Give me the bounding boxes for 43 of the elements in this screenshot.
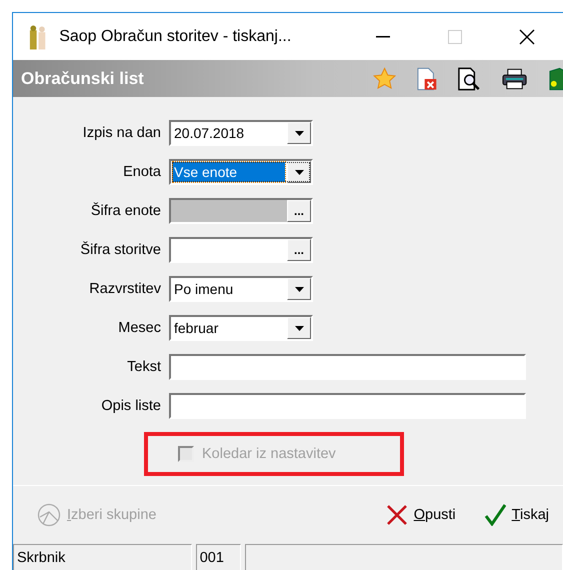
dropdown-arrow-icon [294,326,304,330]
app-icon [28,24,48,50]
field-label: Izpis na dan [82,125,162,141]
print-preview-icon[interactable] [457,66,482,90]
header-title: Obračunski list [20,68,145,88]
dropdown-field[interactable]: Po imenu [169,276,313,302]
help-book-icon[interactable] [548,66,563,90]
star-icon[interactable] [373,66,396,90]
dropdown-field[interactable]: Vse enote [169,159,313,185]
dropdown-button[interactable] [287,122,311,144]
dropdown-field[interactable]: 20.07.2018 [169,120,313,146]
minimize-icon[interactable] [376,36,390,38]
text-field[interactable] [169,393,526,419]
field-label: Enota [122,164,162,180]
print-button[interactable]: Tiskaj [480,502,553,528]
text-field[interactable] [169,354,526,380]
check-icon [484,504,506,526]
printer-icon[interactable] [502,68,528,90]
window-title: Saop Obračun storitev - tiskanj... [59,28,292,46]
dropdown-button[interactable] [287,161,311,183]
dropdown-arrow-icon [294,286,304,292]
maximize-icon [448,30,462,44]
field-label: Opis liste [100,398,162,414]
dropdown-arrow-icon [294,170,304,174]
dropdown-button[interactable] [287,278,311,300]
close-icon[interactable] [519,28,535,44]
browse-button[interactable]: ... [287,239,311,261]
field-label: Razvrstitev [88,281,162,297]
cancel-button[interactable]: Opusti [382,502,460,528]
field-label: Mesec [117,320,162,336]
status-cell: 001 [196,544,242,570]
dropdown-arrow-icon [294,130,304,136]
field-label: Tekst [126,359,162,375]
delete-document-icon[interactable] [416,66,438,90]
disabled-circle-icon [37,503,61,527]
dropdown-field[interactable]: februar [169,315,313,341]
checkbox-label: Koledar iz nastavitev [202,446,336,462]
field-label: Šifra enote [90,203,162,219]
dropdown-button[interactable] [287,317,311,339]
field-label: Šifra storitve [79,242,162,258]
cross-icon [386,504,408,526]
lookup-field[interactable]: ... [169,237,313,263]
status-cell: Skrbnik [13,544,192,570]
